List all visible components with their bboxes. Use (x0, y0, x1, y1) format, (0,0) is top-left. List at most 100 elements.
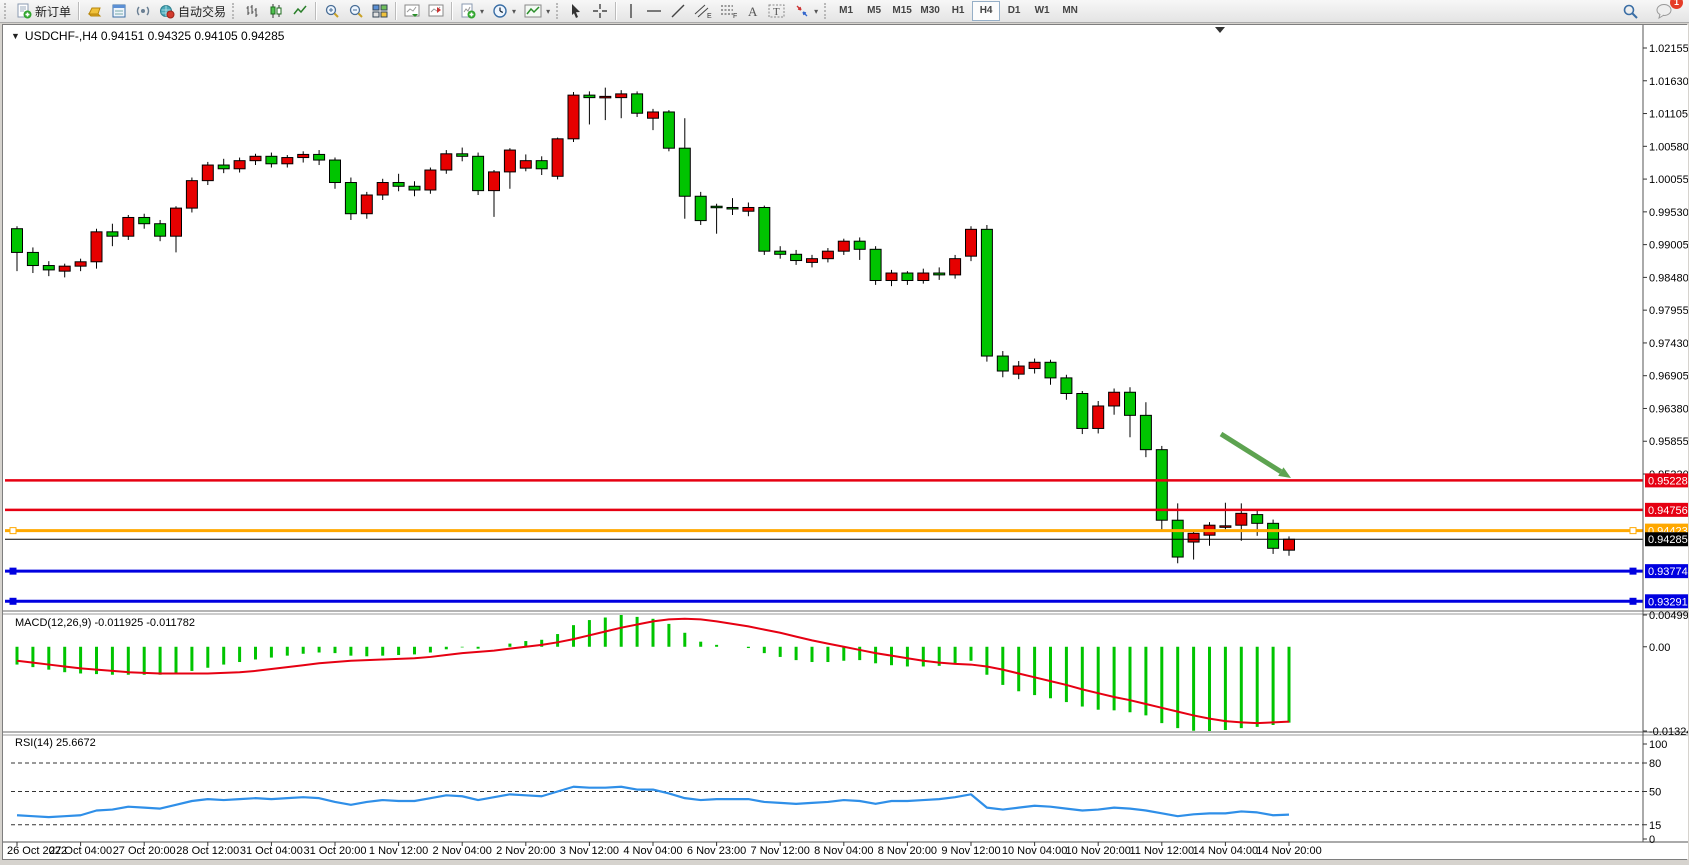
price-line-label: 0.93774 (1648, 566, 1688, 578)
candle-body (870, 249, 881, 280)
candlestick-chart-button[interactable] (264, 0, 288, 22)
timeframe-m15-button[interactable]: M15 (888, 1, 916, 21)
vertical-line-button[interactable] (620, 0, 642, 22)
toolbar-grip (556, 3, 562, 19)
new-order-button[interactable]: 新订单 (12, 0, 75, 22)
new-chart-button[interactable]: ▾ (456, 0, 488, 22)
candle-body (600, 96, 611, 98)
market-watch-button[interactable] (107, 0, 131, 22)
new-order-label: 新订单 (35, 3, 71, 20)
candle-body (441, 154, 452, 170)
time-tick-label: 27 Oct 04:00 (49, 845, 112, 857)
new-chart-icon (460, 3, 476, 19)
price-tick-label: 0.99005 (1649, 240, 1688, 252)
hline-handle[interactable] (1630, 528, 1636, 534)
candle-body (854, 241, 865, 249)
candle-body (902, 273, 913, 280)
channel-icon: E (694, 3, 712, 19)
price-line-label: 0.94756 (1648, 505, 1688, 517)
fibonacci-button[interactable]: F (716, 0, 742, 22)
chart-window: 1.021551.016301.011051.005801.000550.995… (2, 24, 1687, 860)
price-tick-label: 1.01105 (1649, 109, 1688, 121)
candle-body (330, 160, 341, 182)
timeframe-m5-button[interactable]: M5 (860, 1, 888, 21)
candle-body (457, 154, 468, 156)
data-window-button[interactable] (131, 0, 155, 22)
crosshair-button[interactable] (588, 0, 612, 22)
one-click-trading-toggle[interactable]: ▼ (11, 31, 20, 41)
candle-body (27, 252, 38, 265)
search-button[interactable] (1618, 0, 1643, 22)
toolbar-separator (395, 2, 397, 20)
macd-tick-label: 0.00 (1649, 642, 1670, 654)
timeframe-d1-button[interactable]: D1 (1000, 1, 1028, 21)
auto-scroll-button[interactable] (400, 0, 424, 22)
search-icon (1622, 3, 1639, 20)
zoom-out-button[interactable] (344, 0, 368, 22)
candle-body (59, 266, 70, 271)
toolbar-grip (4, 3, 10, 19)
chart-shift-button[interactable] (424, 0, 448, 22)
text-button[interactable]: A (742, 0, 764, 22)
auto-trading-button[interactable]: 自动交易 (155, 0, 230, 22)
candle-body (1236, 513, 1247, 525)
candle-body (1013, 366, 1024, 374)
price-tick-label: 1.00055 (1649, 174, 1688, 186)
trendline-button[interactable] (666, 0, 690, 22)
line-chart-button[interactable] (288, 0, 312, 22)
hline-handle[interactable] (10, 568, 16, 574)
candle-body (552, 139, 563, 176)
periods-button[interactable]: ▾ (488, 0, 520, 22)
trendline-icon (670, 3, 686, 19)
cursor-button[interactable] (564, 0, 588, 22)
chat-button[interactable]: 1 (1651, 0, 1677, 22)
svg-text:F: F (733, 13, 737, 19)
tile-windows-button[interactable] (368, 0, 392, 22)
candle-body (822, 251, 833, 258)
candle-body (1252, 515, 1263, 524)
candle-body (632, 94, 643, 113)
charts-profile-button[interactable] (83, 0, 107, 22)
hline-handle[interactable] (10, 528, 16, 534)
candle-body (775, 251, 786, 254)
timeframe-w1-button[interactable]: W1 (1028, 1, 1056, 21)
chart-background (3, 25, 1688, 859)
candle-body (266, 156, 277, 163)
gold-bar-icon (87, 3, 103, 19)
arrows-button[interactable]: ▾ (790, 0, 822, 22)
hline-handle[interactable] (10, 598, 16, 604)
zoom-in-button[interactable] (320, 0, 344, 22)
candle-body (838, 241, 849, 251)
channel-button[interactable]: E (690, 0, 716, 22)
templates-button[interactable]: ▾ (520, 0, 554, 22)
price-line-label: 0.93291 (1648, 596, 1688, 608)
horizontal-line-button[interactable] (642, 0, 666, 22)
candle-body (393, 183, 404, 187)
timeframe-h4-button[interactable]: H4 (972, 1, 1000, 21)
text-label-button[interactable]: T (764, 0, 790, 22)
candle-body (282, 158, 293, 164)
candle-body (743, 207, 754, 211)
price-tick-label: 1.01630 (1649, 76, 1688, 88)
timeframe-m1-button[interactable]: M1 (832, 1, 860, 21)
hline-handle[interactable] (1630, 568, 1636, 574)
candle-body (584, 95, 595, 97)
candle-body (1220, 526, 1231, 528)
candle-body (1045, 362, 1056, 378)
timeframe-h1-button[interactable]: H1 (944, 1, 972, 21)
price-tick-label: 0.96380 (1649, 403, 1688, 415)
candle-body (409, 186, 420, 190)
candle-body (1093, 406, 1104, 428)
bar-chart-button[interactable] (240, 0, 264, 22)
market-watch-icon (111, 3, 127, 19)
timeframe-m30-button[interactable]: M30 (916, 1, 944, 21)
price-tick-label: 1.02155 (1649, 43, 1688, 55)
time-tick-label: 10 Nov 20:00 (1065, 845, 1130, 857)
vertical-line-icon (624, 3, 638, 19)
horizontal-line-icon (646, 3, 662, 19)
timeframe-mn-button[interactable]: MN (1056, 1, 1084, 21)
candle-body (1268, 523, 1279, 548)
candle-body (950, 259, 961, 275)
hline-handle[interactable] (1630, 598, 1636, 604)
chart-canvas[interactable]: 1.021551.016301.011051.005801.000550.995… (3, 25, 1688, 859)
